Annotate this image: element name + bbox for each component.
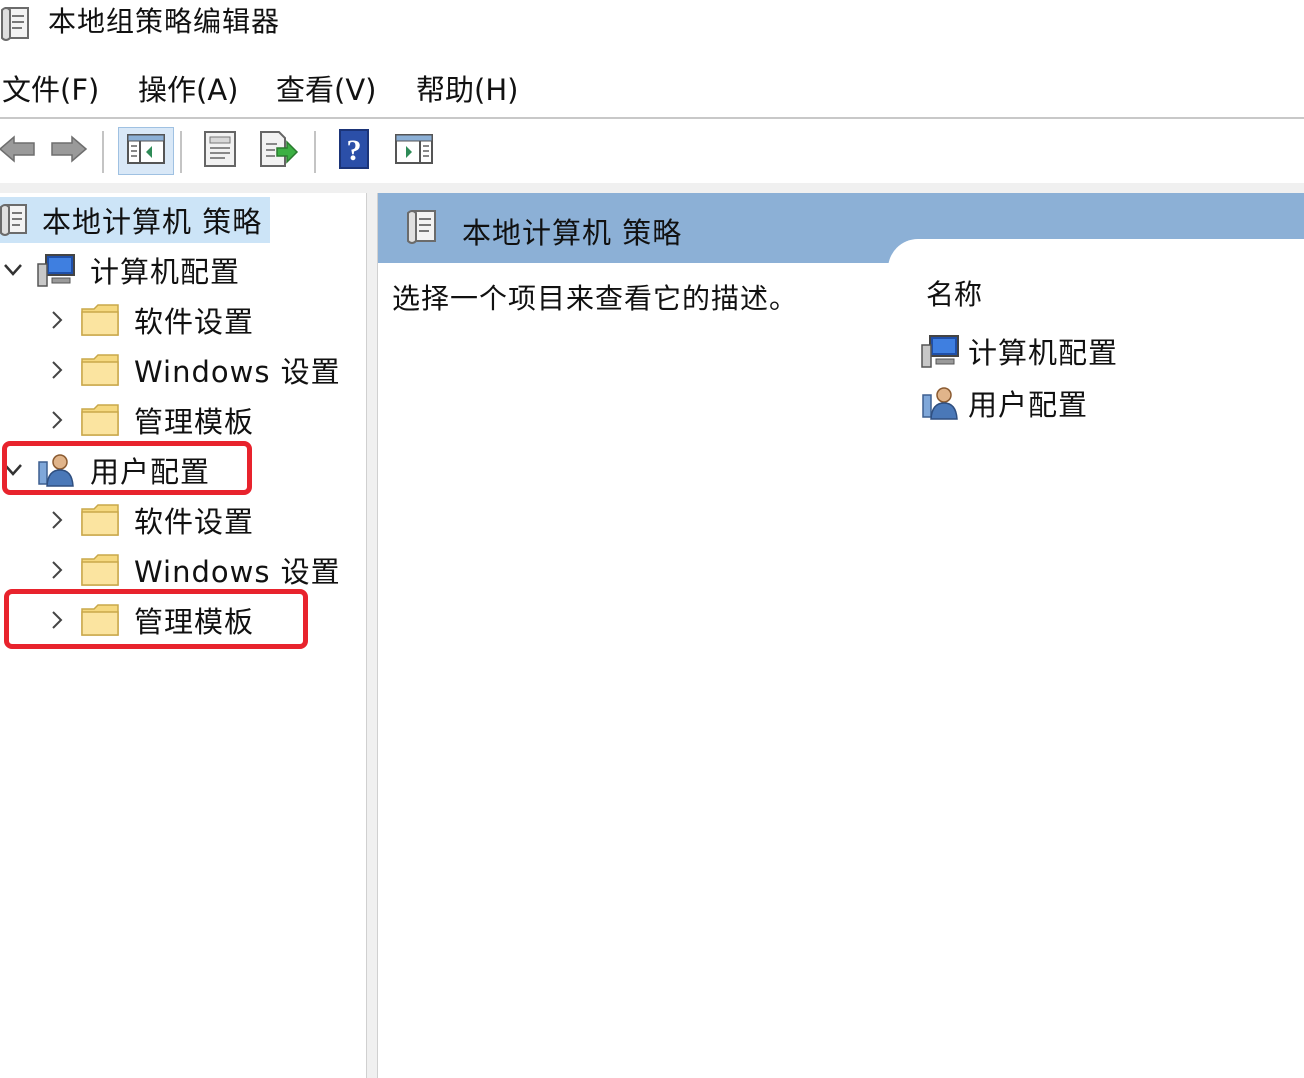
policy-scroll-icon — [406, 207, 440, 254]
policy-scroll-icon — [0, 202, 30, 238]
pane-splitter[interactable] — [366, 193, 378, 1078]
forward-arrow-icon — [48, 134, 88, 168]
tree-item-label: Windows 设置 — [134, 555, 341, 589]
chevron-right-icon[interactable] — [44, 360, 70, 380]
toolbar: ? — [0, 119, 1304, 183]
content-header-label: 本地计算机 策略 — [462, 215, 683, 250]
export-list-button[interactable] — [254, 127, 302, 175]
help-icon: ? — [336, 128, 372, 174]
content-header-title: 本地计算机 策略 — [406, 207, 682, 254]
help-button[interactable]: ? — [330, 127, 378, 175]
tree-item-label: 管理模板 — [134, 605, 255, 639]
toolbar-separator — [314, 131, 316, 173]
tree-item-windows-settings[interactable]: Windows 设置 — [44, 547, 341, 593]
user-icon — [36, 452, 76, 488]
folder-icon — [80, 603, 120, 637]
tree-item-local-computer-policy[interactable]: 本地计算机 策略 — [0, 197, 271, 243]
content-pane: 本地计算机 策略 选择一个项目来查看它的描述。 名称 计算机配置 用户配置 — [378, 193, 1304, 1078]
export-list-icon — [257, 129, 299, 173]
window-title: 本地组策略编辑器 — [48, 5, 281, 38]
list-item-label: 计算机配置 — [968, 336, 1119, 370]
show-action-pane-icon — [394, 132, 434, 170]
description-text: 选择一个项目来查看它的描述。 — [392, 282, 799, 315]
svg-text:?: ? — [347, 134, 362, 167]
show-action-pane-button[interactable] — [390, 127, 438, 175]
chevron-down-icon[interactable] — [0, 463, 26, 477]
folder-icon — [80, 503, 120, 537]
toolbar-separator — [180, 131, 182, 173]
forward-button[interactable] — [44, 127, 92, 175]
back-arrow-icon — [0, 134, 38, 168]
list-item-user-config[interactable]: 用户配置 — [920, 379, 1088, 427]
folder-icon — [80, 303, 120, 337]
tree-item-software-settings[interactable]: 软件设置 — [44, 297, 254, 343]
computer-icon — [36, 252, 76, 288]
toolbar-border — [0, 183, 1304, 193]
console-tree: 本地计算机 策略 计算机配置 软件设置 Windows 设置 管理模板 用户配置… — [0, 193, 366, 1078]
menu-file[interactable]: 文件(F) — [2, 70, 99, 110]
tree-item-label: 计算机配置 — [90, 255, 241, 289]
column-header-name[interactable]: 名称 — [926, 275, 982, 315]
menu-view[interactable]: 查看(V) — [276, 70, 376, 110]
list-item-computer-config[interactable]: 计算机配置 — [920, 327, 1118, 375]
tree-item-computer-config[interactable]: 计算机配置 — [0, 247, 240, 293]
chevron-right-icon[interactable] — [44, 510, 70, 530]
chevron-right-icon[interactable] — [44, 560, 70, 580]
tree-item-admin-templates[interactable]: 管理模板 — [44, 397, 254, 443]
show-hide-tree-button[interactable] — [118, 127, 174, 175]
computer-icon — [920, 333, 960, 369]
folder-icon — [80, 553, 120, 587]
user-icon — [920, 385, 960, 421]
show-hide-tree-icon — [126, 132, 166, 170]
toolbar-separator — [102, 131, 104, 173]
tree-item-label: 软件设置 — [134, 505, 255, 539]
chevron-right-icon[interactable] — [44, 610, 70, 630]
policy-scroll-icon — [0, 4, 36, 48]
menu-help[interactable]: 帮助(H) — [416, 70, 518, 110]
list-item-label: 用户配置 — [968, 388, 1089, 422]
properties-button[interactable] — [196, 127, 244, 175]
chevron-down-icon[interactable] — [0, 263, 26, 277]
tree-item-label: 管理模板 — [134, 405, 255, 439]
tree-item-label: 软件设置 — [134, 305, 255, 339]
back-button[interactable] — [0, 127, 42, 175]
title-bar: 本地组策略编辑器 — [0, 0, 1304, 48]
properties-icon — [201, 129, 239, 173]
tree-item-label: 用户配置 — [90, 455, 211, 489]
tree-item-user-config[interactable]: 用户配置 — [0, 447, 210, 493]
chevron-right-icon[interactable] — [44, 310, 70, 330]
tree-item-label: Windows 设置 — [134, 355, 341, 389]
folder-icon — [80, 403, 120, 437]
tree-item-software-settings[interactable]: 软件设置 — [44, 497, 254, 543]
tree-item-admin-templates[interactable]: 管理模板 — [44, 597, 254, 643]
header-tab-curve — [888, 239, 1304, 269]
tree-item-windows-settings[interactable]: Windows 设置 — [44, 347, 341, 393]
tree-item-label: 本地计算机 策略 — [42, 205, 263, 239]
menu-bar: 文件(F) 操作(A) 查看(V) 帮助(H) — [0, 62, 1304, 116]
chevron-right-icon[interactable] — [44, 410, 70, 430]
folder-icon — [80, 353, 120, 387]
menu-action[interactable]: 操作(A) — [138, 70, 238, 110]
